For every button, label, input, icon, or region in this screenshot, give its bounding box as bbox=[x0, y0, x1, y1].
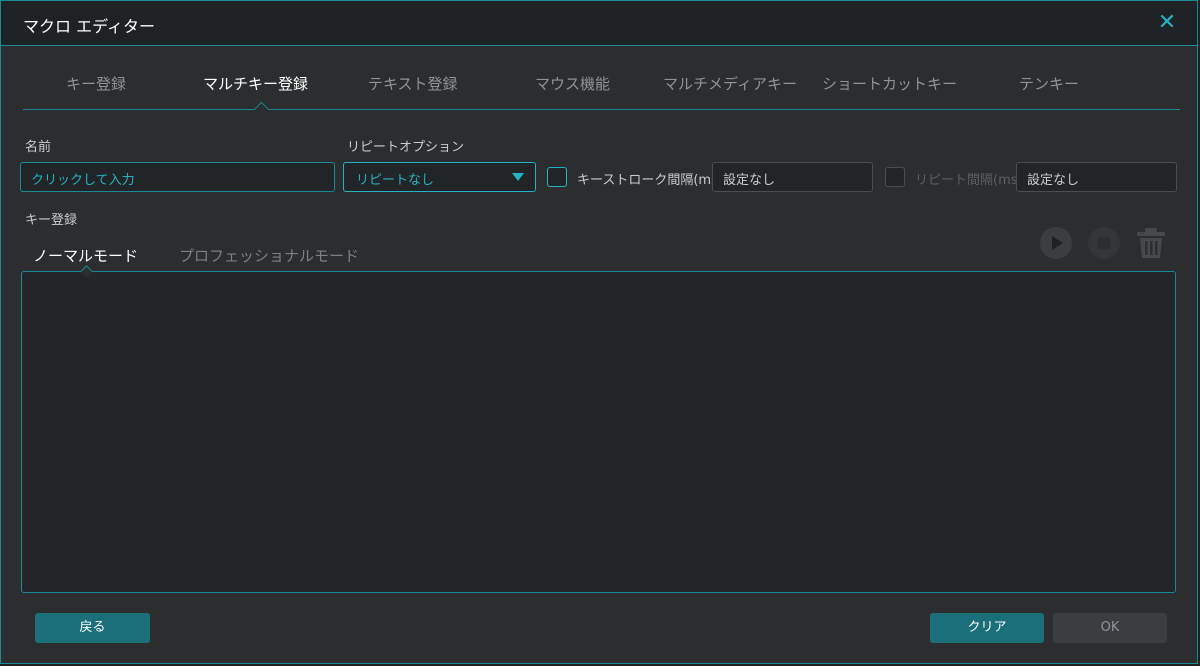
tab-key-register[interactable]: キー登録 bbox=[66, 73, 126, 94]
tab-professional-mode[interactable]: プロフェッショナルモード bbox=[179, 245, 359, 266]
stop-button[interactable] bbox=[1088, 227, 1120, 259]
keystroke-interval-checkbox[interactable] bbox=[547, 167, 567, 187]
window-title: マクロ エディター bbox=[23, 17, 155, 36]
repeat-option-value: リピートなし bbox=[356, 173, 435, 188]
tab-bar: キー登録 マルチキー登録 テキスト登録 マウス機能 マルチメディアキー ショート… bbox=[23, 61, 1180, 118]
title-bar: マクロ エディター ✕ bbox=[1, 1, 1197, 46]
trash-icon[interactable] bbox=[1135, 226, 1167, 260]
keystroke-interval-label: キーストローク間隔(ms) bbox=[577, 173, 723, 188]
dropdown-arrow-icon bbox=[512, 173, 524, 181]
macro-key-editor-area[interactable] bbox=[21, 271, 1176, 593]
tab-text-register[interactable]: テキスト登録 bbox=[368, 73, 458, 94]
macro-editor-window: マクロ エディター ✕ キー登録 マルチキー登録 テキスト登録 マウス機能 マル… bbox=[0, 0, 1198, 664]
play-icon bbox=[1052, 236, 1063, 250]
repeat-option-select[interactable]: リピートなし bbox=[343, 162, 536, 192]
close-icon[interactable]: ✕ bbox=[1155, 11, 1179, 35]
repeat-interval-checkbox[interactable] bbox=[885, 167, 905, 187]
clear-button[interactable]: クリア bbox=[930, 613, 1044, 643]
tab-mouse-function[interactable]: マウス機能 bbox=[535, 73, 610, 94]
repeat-option-label: リピートオプション bbox=[347, 140, 465, 155]
name-label: 名前 bbox=[25, 140, 52, 155]
tab-multimedia-key[interactable]: マルチメディアキー bbox=[663, 73, 797, 94]
tab-multi-key-register[interactable]: マルチキー登録 bbox=[203, 73, 308, 94]
ok-button[interactable]: OK bbox=[1053, 613, 1167, 643]
tab-numpad[interactable]: テンキー bbox=[1019, 73, 1079, 94]
name-input[interactable]: クリックして入力 bbox=[20, 162, 335, 192]
play-button[interactable] bbox=[1040, 227, 1072, 259]
tab-shortcut-key[interactable]: ショートカットキー bbox=[822, 73, 957, 94]
active-tab-indicator bbox=[253, 101, 270, 118]
stop-icon bbox=[1098, 237, 1110, 249]
repeat-interval-label: リピート間隔(ms) bbox=[915, 173, 1023, 188]
keystroke-interval-input[interactable]: 設定なし bbox=[712, 162, 873, 192]
repeat-interval-input[interactable]: 設定なし bbox=[1016, 162, 1177, 192]
tab-normal-mode[interactable]: ノーマルモード bbox=[33, 245, 138, 266]
key-register-label: キー登録 bbox=[25, 213, 78, 228]
back-button[interactable]: 戻る bbox=[35, 613, 150, 643]
